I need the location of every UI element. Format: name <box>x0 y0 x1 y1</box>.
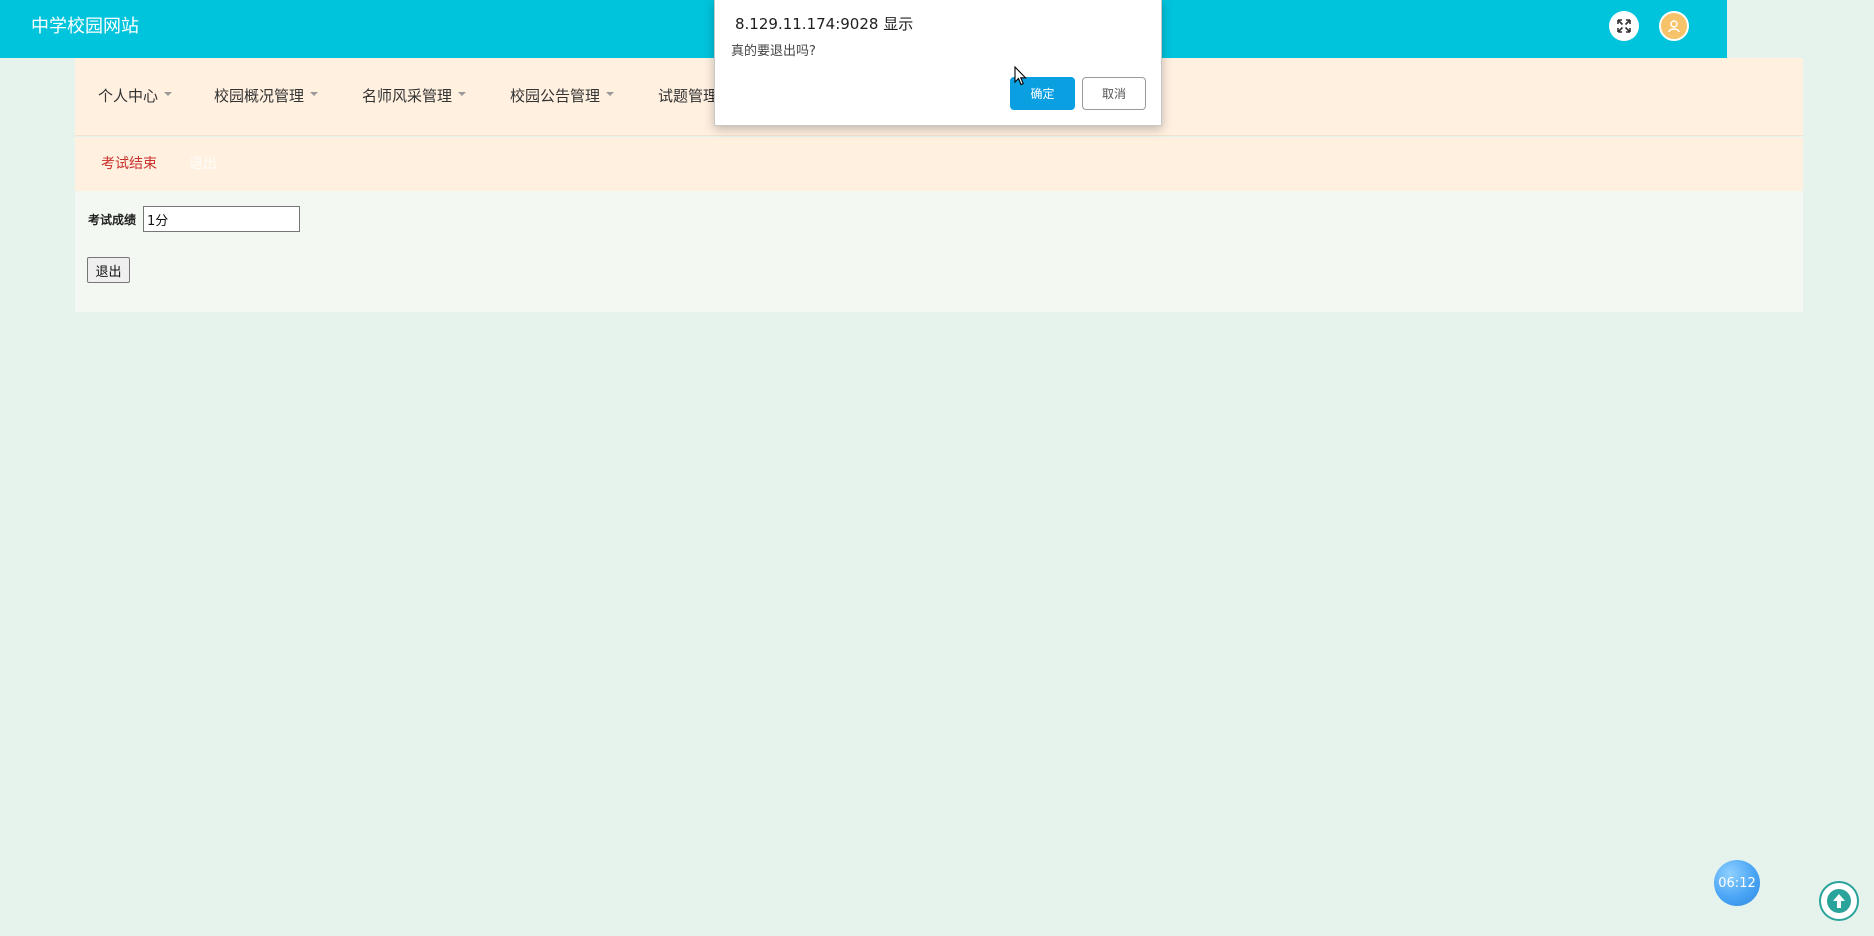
dialog-origin: 8.129.11.174:9028 显示 <box>735 15 914 33</box>
score-input[interactable] <box>143 206 300 232</box>
nav-item-teachers[interactable]: 名师风采管理 <box>362 86 467 106</box>
mouse-cursor-icon <box>1014 66 1027 86</box>
nav-item-announcements[interactable]: 校园公告管理 <box>510 86 615 106</box>
user-icon <box>1668 20 1680 33</box>
sub-nav-bar: 考试结束 退出 <box>75 137 1803 191</box>
caret-down-icon <box>606 91 615 96</box>
sub-nav-exit[interactable]: 退出 <box>189 155 217 173</box>
back-to-top-button[interactable] <box>1819 881 1859 921</box>
arrow-up-icon <box>1827 889 1851 913</box>
sub-nav-exam-end[interactable]: 考试结束 <box>101 155 157 173</box>
cancel-button[interactable]: 取消 <box>1082 77 1146 110</box>
nav-item-personal-center[interactable]: 个人中心 <box>98 86 173 106</box>
nav-item-campus-overview[interactable]: 校园概况管理 <box>214 86 319 106</box>
dialog-message: 真的要退出吗? <box>731 44 816 59</box>
caret-down-icon <box>458 91 467 96</box>
expand-arrows-icon <box>1617 19 1631 33</box>
countdown-timer: 06:12 <box>1714 860 1760 906</box>
site-title: 中学校园网站 <box>31 16 139 37</box>
score-label: 考试成绩 <box>88 213 137 227</box>
exit-button[interactable]: 退出 <box>87 257 130 283</box>
nav-item-questions[interactable]: 试题管理 <box>658 86 718 106</box>
fullscreen-button[interactable] <box>1609 11 1639 41</box>
confirm-dialog: 8.129.11.174:9028 显示 真的要退出吗? 确定 取消 <box>714 0 1162 126</box>
caret-down-icon <box>164 91 173 96</box>
user-avatar-button[interactable] <box>1659 11 1689 41</box>
exam-result-panel: 考试成绩 退出 <box>75 191 1803 312</box>
caret-down-icon <box>310 91 319 96</box>
